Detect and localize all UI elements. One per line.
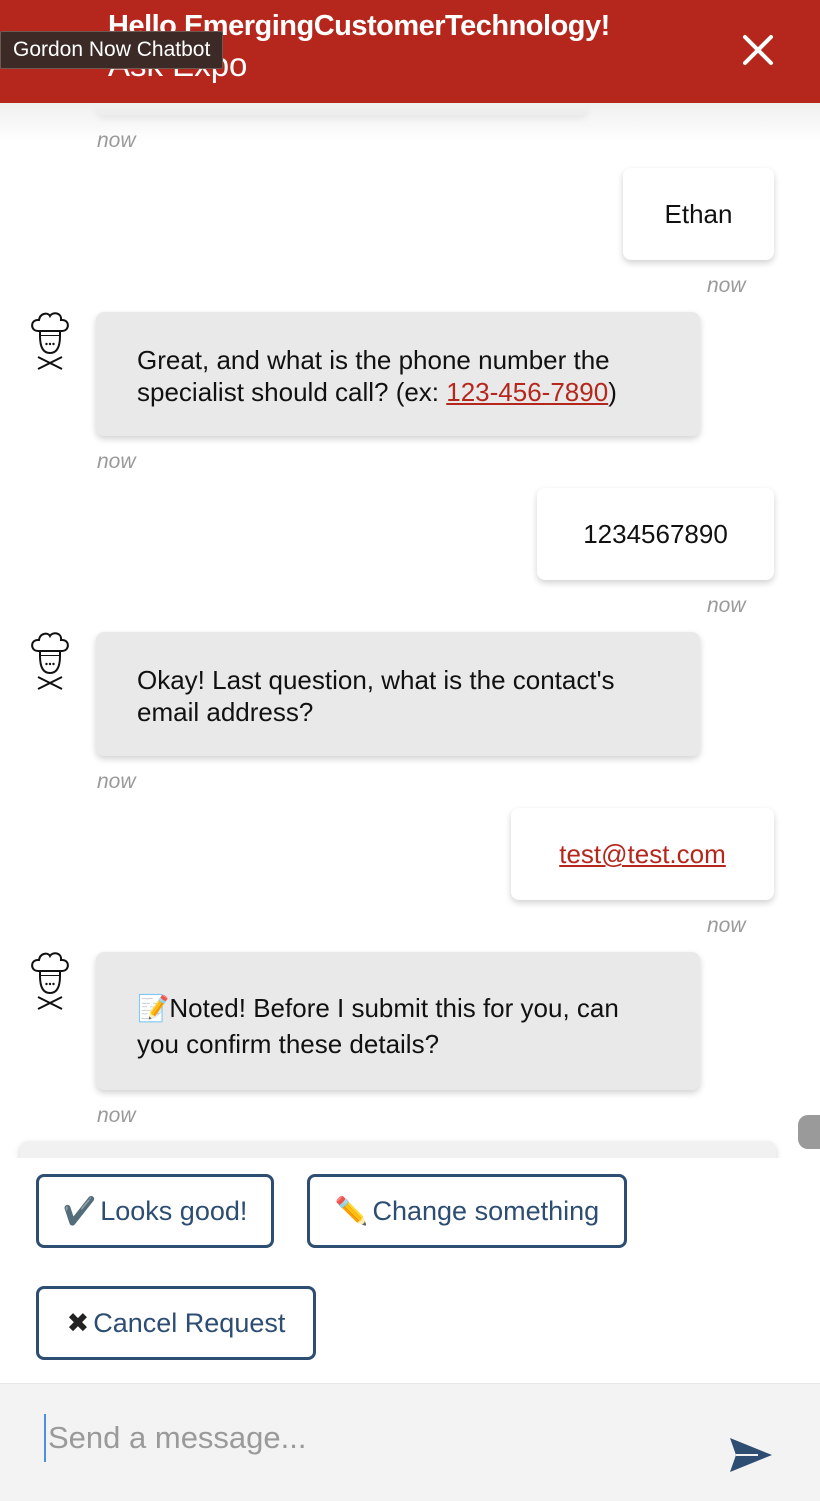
cross-icon: ✖	[66, 1307, 90, 1338]
chef-avatar-icon	[31, 952, 69, 1010]
message-input[interactable]	[44, 1414, 690, 1462]
message-timestamp: now	[97, 770, 136, 793]
change-something-button[interactable]: ✏️ Change something	[307, 1174, 627, 1248]
message-bubble-bot	[20, 1141, 776, 1158]
button-label: Looks good!	[100, 1195, 248, 1226]
quick-replies: ✔️ Looks good! ✏️ Change something ✖ Cancel…	[0, 1158, 820, 1383]
message-text-suffix: )	[608, 377, 617, 407]
memo-icon: 📝	[137, 993, 170, 1023]
message-timestamp: now	[707, 914, 746, 937]
message-bubble-user: Ethan	[623, 168, 774, 260]
cancel-request-button[interactable]: ✖ Cancel Request	[36, 1286, 316, 1360]
pencil-icon: ✏️	[334, 1196, 369, 1226]
message-text: Okay! Last question, what is the contact…	[137, 665, 615, 727]
close-icon[interactable]	[738, 30, 778, 70]
scrollbar-thumb[interactable]	[798, 1115, 820, 1149]
message-composer	[0, 1383, 820, 1501]
button-label: Change something	[372, 1195, 600, 1226]
send-icon[interactable]	[728, 1436, 774, 1474]
chat-transcript[interactable]: now Ethan now Great, and what is the pho…	[0, 103, 820, 1158]
message-bubble-bot: Okay! Last question, what is the contact…	[96, 632, 700, 756]
chef-avatar-icon	[31, 632, 69, 690]
tooltip: Gordon Now Chatbot	[0, 31, 224, 69]
message-bubble-user: test@test.com	[511, 808, 774, 900]
message-timestamp: now	[97, 450, 136, 473]
message-timestamp: now	[707, 594, 746, 617]
message-timestamp: now	[97, 1104, 136, 1127]
email-link[interactable]: test@test.com	[559, 839, 726, 869]
message-bubble-user: 1234567890	[537, 488, 774, 580]
looks-good-button[interactable]: ✔️ Looks good!	[36, 1174, 274, 1248]
message-timestamp: now	[707, 274, 746, 297]
message-text: 1234567890	[583, 519, 728, 549]
message-bubble-bot: Great, and what is the phone number the …	[96, 312, 700, 436]
phone-link[interactable]: 123-456-7890	[446, 377, 608, 407]
check-icon: ✔️	[62, 1196, 97, 1226]
button-label: Cancel Request	[93, 1307, 286, 1338]
message-bubble-bot: 📝Noted! Before I submit this for you, ca…	[96, 952, 700, 1090]
chef-avatar-icon	[31, 312, 69, 370]
message-text: Noted! Before I submit this for you, can…	[137, 993, 619, 1059]
message-text: Ethan	[664, 199, 733, 229]
message-timestamp: now	[97, 129, 136, 152]
